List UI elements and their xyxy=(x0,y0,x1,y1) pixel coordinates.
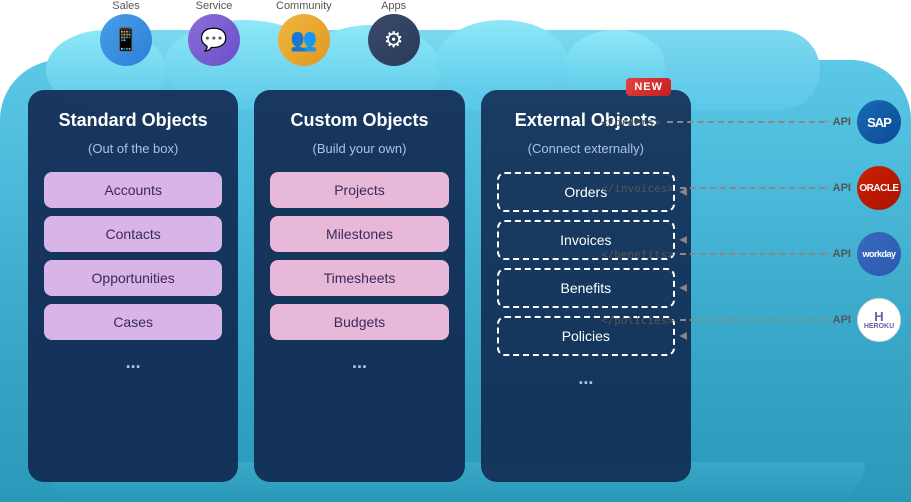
community-label: Community xyxy=(276,0,332,12)
standard-objects-subtitle: (Out of the box) xyxy=(44,141,222,156)
standard-objects-title: Standard Objects xyxy=(44,110,222,131)
api-row-orders: </orders> API SAP xyxy=(601,100,901,144)
custom-item-timesheets[interactable]: Timesheets xyxy=(270,260,448,296)
policies-api-label: API xyxy=(833,314,851,326)
top-icons-bar: Sales 📱 Service 💬 Community 👥 Apps ⚙ xyxy=(100,0,420,66)
custom-objects-subtitle: (Build your own) xyxy=(270,141,448,156)
community-icon: 👥 xyxy=(290,27,317,53)
new-badge: NEW xyxy=(626,78,671,96)
sap-logo: SAP xyxy=(857,100,901,144)
oracle-text: ORACLE xyxy=(859,183,898,194)
orders-dashes xyxy=(667,121,825,123)
custom-objects-panel: Custom Objects (Build your own) Projects… xyxy=(254,90,464,482)
service-icon: 💬 xyxy=(200,27,227,53)
custom-dots: ... xyxy=(270,352,448,373)
sales-icon: 📱 xyxy=(112,27,139,53)
service-icon-circle[interactable]: 💬 xyxy=(188,14,240,66)
custom-item-budgets[interactable]: Budgets xyxy=(270,304,448,340)
sap-text: SAP xyxy=(867,115,891,130)
workday-text: workday xyxy=(862,249,895,259)
api-row-benefits: </benefits> API workday xyxy=(601,232,901,276)
standard-dots: ... xyxy=(44,352,222,373)
icon-item-apps: Apps ⚙ xyxy=(368,0,420,66)
main-content: Sales 📱 Service 💬 Community 👥 Apps ⚙ xyxy=(0,0,911,502)
custom-item-projects[interactable]: Projects xyxy=(270,172,448,208)
orders-tag: </orders> xyxy=(601,116,661,129)
custom-objects-title: Custom Objects xyxy=(270,110,448,131)
service-label: Service xyxy=(196,0,233,12)
standard-item-accounts[interactable]: Accounts xyxy=(44,172,222,208)
standard-item-contacts[interactable]: Contacts xyxy=(44,216,222,252)
community-icon-circle[interactable]: 👥 xyxy=(278,14,330,66)
standard-objects-panel: Standard Objects (Out of the box) Accoun… xyxy=(28,90,238,482)
heroku-text: HEROKU xyxy=(864,323,894,330)
invoices-dashes xyxy=(680,187,825,189)
api-row-policies: </policies> API H HEROKU xyxy=(601,298,901,342)
standard-item-cases[interactable]: Cases xyxy=(44,304,222,340)
custom-item-milestones[interactable]: Milestones xyxy=(270,216,448,252)
apps-icon: ⚙ xyxy=(384,27,404,53)
external-dots: ... xyxy=(497,368,675,389)
heroku-h: H xyxy=(874,310,883,323)
apps-icon-circle[interactable]: ⚙ xyxy=(368,14,420,66)
benefits-tag: </benefits> xyxy=(601,248,674,261)
orders-api-label: API xyxy=(833,116,851,128)
standard-item-opportunities[interactable]: Opportunities xyxy=(44,260,222,296)
benefits-dashes xyxy=(680,253,825,255)
invoices-api-label: API xyxy=(833,182,851,194)
api-row-invoices: </invoices> API ORACLE xyxy=(601,166,901,210)
workday-logo: workday xyxy=(857,232,901,276)
heroku-logo: H HEROKU xyxy=(857,298,901,342)
apps-label: Apps xyxy=(381,0,406,12)
policies-dashes xyxy=(680,319,825,321)
oracle-logo: ORACLE xyxy=(857,166,901,210)
api-connections-area: </orders> API SAP </invoices> API ORACLE… xyxy=(601,100,901,342)
invoices-tag: </invoices> xyxy=(601,182,674,195)
sales-label: Sales xyxy=(112,0,140,12)
benefits-api-label: API xyxy=(833,248,851,260)
icon-item-sales: Sales 📱 xyxy=(100,0,152,66)
icon-item-service: Service 💬 xyxy=(188,0,240,66)
icon-item-community: Community 👥 xyxy=(276,0,332,66)
policies-tag: </policies> xyxy=(601,314,674,327)
sales-icon-circle[interactable]: 📱 xyxy=(100,14,152,66)
